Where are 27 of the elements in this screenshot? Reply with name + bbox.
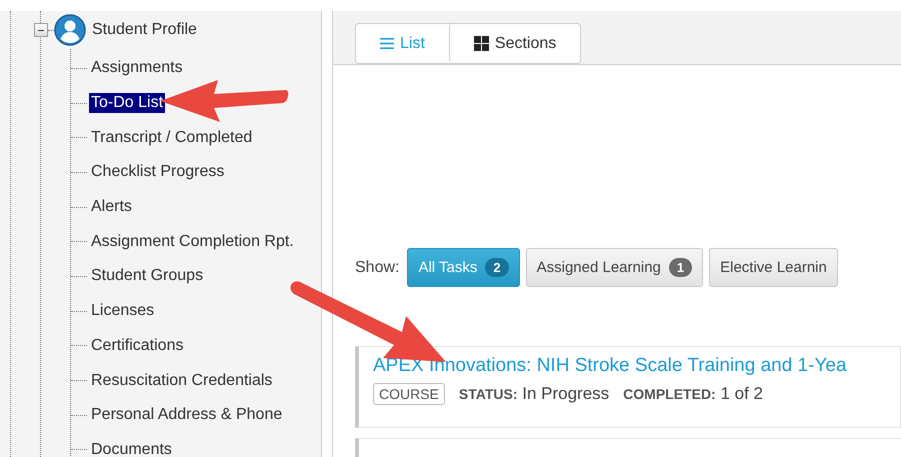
tree-item[interactable]: Resuscitation Credentials: [89, 370, 274, 391]
tree-root-label[interactable]: Student Profile: [92, 21, 197, 39]
tree-item[interactable]: Assignments: [89, 58, 185, 78]
tree-item[interactable]: Checklist Progress: [89, 162, 226, 182]
tree-item[interactable]: Personal Address & Phone: [89, 405, 284, 426]
status-text: STATUS: In Progress: [458, 384, 610, 404]
tree-item[interactable]: Transcript / Completed: [89, 128, 254, 148]
collapse-toggle[interactable]: [34, 23, 48, 37]
tree-item[interactable]: Certifications: [89, 336, 186, 356]
user-avatar-icon: [54, 14, 86, 46]
list-icon: [380, 38, 394, 49]
tree-item[interactable]: Documents: [89, 440, 174, 457]
type-tag: COURSE: [373, 383, 445, 405]
tree-item[interactable]: To-Do List: [89, 93, 166, 114]
count-badge: 1: [668, 258, 692, 277]
view-toggle-button[interactable]: Sections: [448, 24, 580, 63]
filter-button[interactable]: All Tasks 2: [407, 248, 520, 287]
tree-item[interactable]: Student Groups: [89, 266, 206, 286]
count-badge: 2: [485, 258, 509, 277]
show-label: Show:: [355, 258, 400, 276]
tree-item[interactable]: Assignment Completion Rpt.: [89, 232, 296, 252]
tree-item[interactable]: Alerts: [89, 197, 134, 218]
filter-button[interactable]: Assigned Learning 1: [526, 248, 704, 287]
completed-text: COMPLETED: 1 of 2: [623, 384, 764, 404]
tree-item[interactable]: Licenses: [89, 301, 156, 322]
grid-icon: [474, 36, 489, 51]
filter-button[interactable]: Elective Learnin: [709, 248, 838, 287]
